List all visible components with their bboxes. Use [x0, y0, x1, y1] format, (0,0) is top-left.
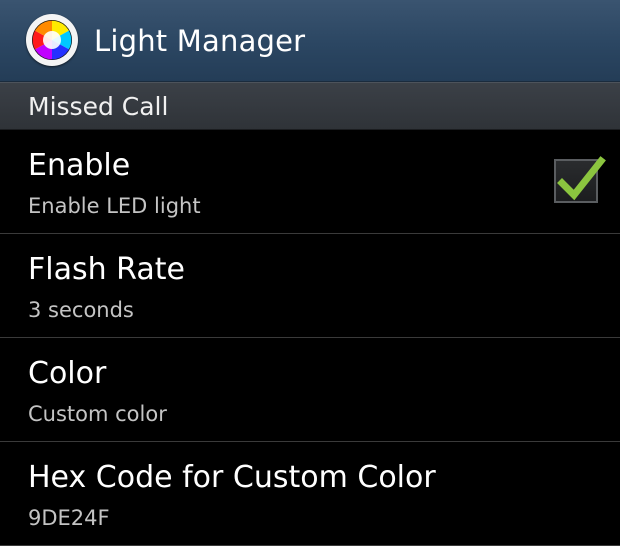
app-title: Light Manager [94, 24, 306, 58]
pref-summary: 9DE24F [28, 506, 110, 530]
pref-summary: Enable LED light [28, 194, 201, 218]
rgb-color-wheel-icon[interactable] [26, 14, 78, 66]
category-header: Missed Call [0, 82, 620, 130]
action-bar: Light Manager [0, 0, 620, 82]
pref-title: Color [28, 356, 107, 391]
pref-flash-rate[interactable]: Flash Rate 3 seconds [0, 234, 620, 338]
pref-summary: 3 seconds [28, 298, 134, 322]
pref-hex-code[interactable]: Hex Code for Custom Color 9DE24F [0, 442, 620, 546]
pref-title: Enable [28, 148, 131, 183]
pref-summary: Custom color [28, 402, 167, 426]
pref-enable[interactable]: Enable Enable LED light [0, 130, 620, 234]
pref-color[interactable]: Color Custom color [0, 338, 620, 442]
category-title: Missed Call [28, 92, 169, 121]
pref-title: Hex Code for Custom Color [28, 460, 436, 495]
pref-title: Flash Rate [28, 252, 185, 287]
checkmark-icon [557, 156, 606, 201]
enable-checkbox[interactable] [554, 156, 606, 203]
